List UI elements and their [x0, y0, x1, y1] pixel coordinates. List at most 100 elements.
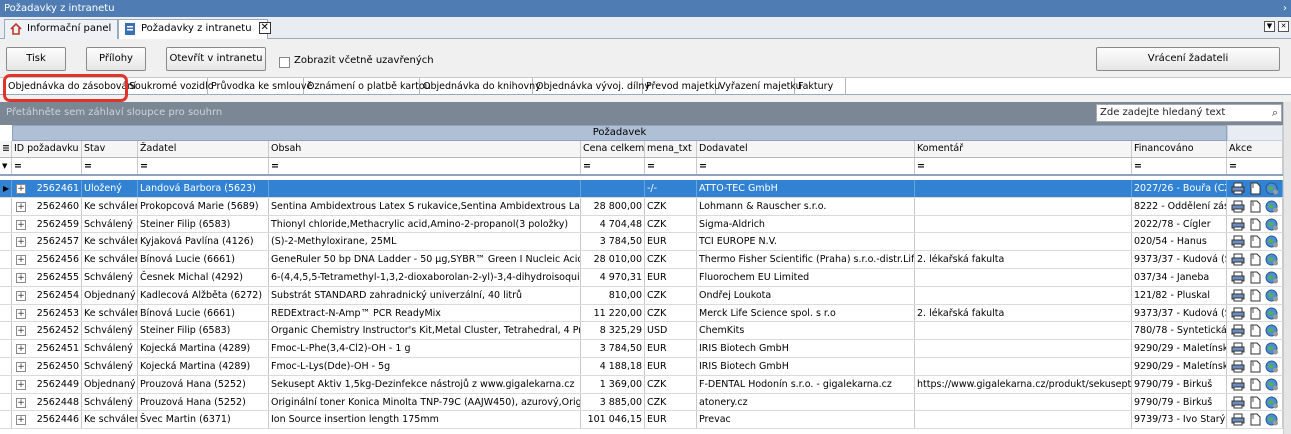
tab-informacni-panel[interactable]: Informační panel — [4, 19, 118, 39]
window-close-icon[interactable]: ✕ — [1278, 21, 1289, 32]
column-header-akce[interactable]: Akce — [1227, 141, 1283, 157]
table-row[interactable]: +2562452 Schválený Steiner Filip (6583) Org… — [0, 322, 1283, 341]
expand-row-icon[interactable]: + — [16, 201, 26, 212]
attachment-icon[interactable] — [1248, 200, 1262, 213]
filter-cell-obsah[interactable]: = — [269, 158, 581, 174]
globe-icon[interactable] — [1265, 271, 1279, 284]
expand-row-icon[interactable]: + — [16, 397, 26, 408]
attachment-icon[interactable] — [1248, 324, 1262, 337]
print-icon[interactable] — [1231, 200, 1245, 213]
print-icon[interactable] — [1231, 342, 1245, 355]
print-icon[interactable] — [1231, 413, 1245, 426]
column-header-mena[interactable]: mena_txt — [645, 141, 697, 157]
expand-row-icon[interactable]: + — [16, 184, 26, 194]
globe-icon[interactable] — [1265, 253, 1279, 266]
print-icon[interactable] — [1231, 396, 1245, 409]
print-icon[interactable] — [1231, 289, 1245, 302]
include-closed-checkbox[interactable] — [279, 57, 290, 68]
attachment-icon[interactable] — [1248, 271, 1262, 284]
print-icon[interactable] — [1231, 271, 1245, 284]
expand-row-icon[interactable]: + — [16, 415, 26, 426]
filter-cell-financovano[interactable]: = — [1132, 158, 1227, 174]
tab-pruvodka-ke-smlouve[interactable]: Průvodka ke smlouvě — [209, 78, 312, 95]
chevron-right-icon[interactable]: › — [1283, 0, 1287, 17]
attachment-icon[interactable] — [1248, 182, 1262, 195]
globe-icon[interactable] — [1265, 360, 1279, 373]
filter-cell-mena[interactable]: = — [645, 158, 697, 174]
table-row[interactable]: +2562455 Schválený Česnek Michal (4292) 6-(… — [0, 269, 1283, 287]
table-row[interactable]: +2562457 Ke schválení Kyjaková Pavlína (41… — [0, 233, 1283, 252]
tab-faktury[interactable]: Faktury — [796, 78, 846, 95]
print-icon[interactable] — [1231, 182, 1245, 195]
table-row[interactable]: +2562453 Ke schválení Bínová Lucie (6661) R… — [0, 304, 1283, 323]
group-by-area[interactable]: Přetáhněte sem záhlaví sloupce pro souhr… — [0, 102, 1286, 125]
table-row[interactable]: +2562448 Schválený Prouzová Hana (5252) Or… — [0, 393, 1283, 412]
filter-cell-cena[interactable]: = — [581, 158, 645, 174]
globe-icon[interactable] — [1265, 378, 1279, 391]
print-icon[interactable] — [1231, 218, 1245, 231]
attachment-icon[interactable] — [1248, 289, 1262, 302]
open-intranet-button[interactable]: Otevřít v intranetu — [166, 47, 266, 71]
tab-list-dropdown-icon[interactable]: ▼ — [1264, 21, 1275, 32]
attachment-icon[interactable] — [1248, 413, 1262, 426]
globe-icon[interactable] — [1265, 307, 1279, 320]
table-row[interactable]: +2562449 Objednaný Prouzová Hana (5252) Sek… — [0, 375, 1283, 394]
print-icon[interactable] — [1231, 324, 1245, 337]
attachment-icon[interactable] — [1248, 253, 1262, 266]
filter-cell-id[interactable]: = — [12, 158, 82, 174]
expand-row-icon[interactable]: + — [16, 344, 26, 355]
expand-row-icon[interactable]: + — [16, 308, 26, 319]
filter-cell-zadatel[interactable]: = — [138, 158, 269, 174]
globe-icon[interactable] — [1265, 324, 1279, 337]
attachment-icon[interactable] — [1248, 307, 1262, 320]
attachments-button[interactable]: Přílohy — [86, 47, 146, 71]
expand-row-icon[interactable]: + — [16, 379, 26, 390]
expand-row-icon[interactable]: + — [16, 273, 26, 283]
attachment-icon[interactable] — [1248, 378, 1262, 391]
table-row[interactable]: +2562459 Schválený Steiner Filip (6583) Thi… — [0, 215, 1283, 234]
globe-icon[interactable] — [1265, 413, 1279, 426]
filter-cell-stav[interactable]: = — [82, 158, 138, 174]
expand-row-icon[interactable]: + — [16, 237, 26, 248]
return-to-requester-button[interactable]: Vrácení žadateli — [1096, 47, 1280, 71]
tab-oznameni-o-platbe-kartou[interactable]: Oznámení o platbě kartou — [305, 78, 431, 95]
table-row[interactable]: +2562451 Schválený Kojecká Martina (4289) F… — [0, 340, 1283, 358]
globe-icon[interactable] — [1265, 396, 1279, 409]
filter-cell-akce[interactable]: = — [1227, 158, 1283, 174]
globe-icon[interactable] — [1265, 182, 1279, 195]
column-header-cena[interactable]: Cena celkem — [581, 141, 645, 157]
column-header-obsah[interactable]: Obsah — [269, 141, 581, 157]
search-input[interactable]: Zde zadejte hledaný text ⌕ — [1096, 104, 1282, 122]
tab-objednavka-vyvoj-dilny[interactable]: Objednávka vývoj. dílny — [534, 78, 650, 95]
print-icon[interactable] — [1231, 253, 1245, 266]
table-row[interactable]: +2562450 Schválený Kojecká Martina (4289) F… — [0, 358, 1283, 376]
print-icon[interactable] — [1231, 378, 1245, 391]
vertical-scrollbar[interactable] — [1283, 102, 1291, 434]
expand-row-icon[interactable]: + — [16, 326, 26, 337]
attachment-icon[interactable] — [1248, 396, 1262, 409]
column-header-zadatel[interactable]: Žadatel — [138, 141, 269, 157]
tab-vyrazeni-majetku[interactable]: Vyřazení majetku — [717, 78, 802, 95]
close-tab-icon[interactable]: ✕ — [258, 22, 271, 34]
expand-row-icon[interactable]: + — [16, 219, 26, 230]
column-header-financovano[interactable]: Financováno — [1132, 141, 1227, 157]
globe-icon[interactable] — [1265, 200, 1279, 213]
filter-cell-dodavatel[interactable]: = — [697, 158, 915, 174]
table-row[interactable]: +2562454 Objednaný Kadlecová Alžběta (6272… — [0, 286, 1283, 305]
column-header-komentar[interactable]: Komentář — [915, 141, 1132, 157]
attachment-icon[interactable] — [1248, 235, 1262, 248]
globe-icon[interactable] — [1265, 342, 1279, 355]
search-icon[interactable]: ⌕ — [1272, 105, 1278, 121]
expand-row-icon[interactable]: + — [16, 362, 26, 372]
globe-icon[interactable] — [1265, 235, 1279, 248]
print-icon[interactable] — [1231, 235, 1245, 248]
tab-prevod-majetku[interactable]: Převod majetku — [644, 78, 720, 95]
attachment-icon[interactable] — [1248, 218, 1262, 231]
expand-row-icon[interactable]: + — [16, 255, 26, 266]
filter-icon[interactable]: ▼ — [0, 158, 12, 174]
filter-cell-komentar[interactable]: = — [915, 158, 1132, 174]
print-icon[interactable] — [1231, 360, 1245, 373]
column-header-id[interactable]: ID požadavku — [12, 141, 82, 157]
column-header-stav[interactable]: Stav — [82, 141, 138, 157]
expand-row-icon[interactable]: + — [16, 290, 26, 301]
